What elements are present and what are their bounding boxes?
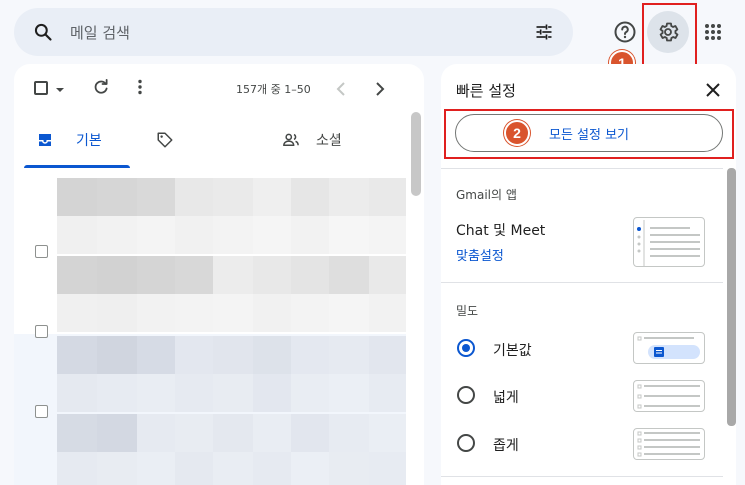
step-2-badge: 2	[504, 120, 530, 146]
close-icon[interactable]	[703, 80, 723, 100]
newer-chevron-icon[interactable]	[336, 81, 346, 100]
divider	[441, 282, 723, 283]
more-vert-icon[interactable]	[137, 79, 143, 99]
inbox-icon	[36, 131, 54, 149]
density-compact-preview-icon	[637, 431, 700, 457]
tag-icon	[156, 131, 174, 149]
people-icon	[282, 131, 300, 149]
older-chevron-icon[interactable]	[375, 81, 385, 100]
tab-social-label: 소셜	[316, 133, 342, 149]
apps-section-label: Gmail의 앱	[456, 188, 517, 202]
density-section-label: 밀도	[456, 304, 479, 318]
density-comfortable-radio[interactable]	[457, 386, 475, 404]
customize-link[interactable]: 맞춤설정	[456, 245, 504, 264]
mail-list-scrollbar[interactable]	[411, 112, 421, 196]
density-comfortable-preview-icon	[637, 384, 700, 409]
highlight-see-all-settings	[444, 109, 734, 159]
density-comfortable-label: 넓게	[493, 390, 519, 406]
category-tabs: 기본 소셜	[14, 112, 424, 168]
density-compact-radio[interactable]	[457, 434, 475, 452]
active-tab-indicator	[24, 165, 130, 168]
density-compact-thumbnail	[633, 428, 705, 460]
tune-icon[interactable]	[533, 21, 555, 43]
tab-promotions[interactable]	[156, 112, 196, 168]
search-bar[interactable]: 메일 검색	[14, 8, 573, 56]
density-comfortable-thumbnail	[633, 380, 705, 412]
tab-social[interactable]: 소셜	[282, 112, 382, 168]
density-default-label: 기본값	[493, 343, 532, 359]
redacted-email-mosaic	[14, 176, 406, 485]
density-compact-label: 좁게	[493, 438, 519, 454]
refresh-icon[interactable]	[92, 78, 110, 100]
search-input[interactable]: 메일 검색	[70, 22, 533, 43]
apps-grid-icon[interactable]	[699, 18, 727, 46]
density-default-preview-icon	[637, 336, 700, 359]
tab-primary-label: 기본	[76, 133, 102, 149]
density-default-radio[interactable]	[457, 339, 475, 357]
chat-meet-thumbnail	[633, 217, 705, 267]
page-count: 157개 중 1–50	[236, 83, 311, 96]
tab-primary[interactable]: 기본	[24, 112, 130, 168]
quick-settings-title: 빠른 설정	[456, 82, 516, 100]
row-checkbox[interactable]	[35, 325, 48, 338]
select-dropdown-icon[interactable]	[55, 80, 65, 99]
divider	[441, 168, 723, 169]
email-list	[14, 176, 406, 485]
divider	[441, 476, 723, 477]
row-checkbox[interactable]	[35, 405, 48, 418]
quick-settings-scrollbar[interactable]	[727, 168, 736, 426]
density-default-thumbnail	[633, 332, 705, 364]
chat-meet-label: Chat 및 Meet	[456, 223, 546, 239]
search-icon[interactable]	[32, 21, 54, 43]
help-icon[interactable]	[611, 18, 639, 46]
select-all-checkbox[interactable]	[34, 81, 48, 95]
mail-toolbar: 157개 중 1–50	[14, 64, 424, 112]
chat-meet-preview-icon	[637, 220, 700, 266]
row-checkbox[interactable]	[35, 245, 48, 258]
mail-list-panel: 157개 중 1–50 기본 소셜	[14, 64, 424, 485]
